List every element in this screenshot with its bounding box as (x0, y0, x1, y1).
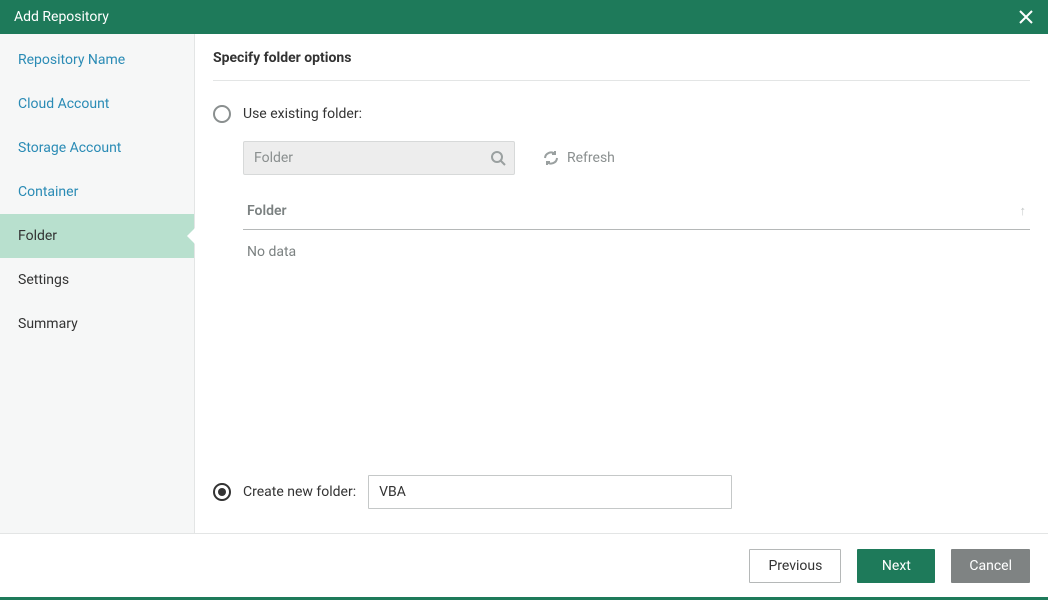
sort-ascending-icon: ↑ (1020, 203, 1027, 219)
refresh-button[interactable]: Refresh (543, 150, 615, 166)
use-existing-label: Use existing folder: (243, 106, 362, 122)
next-button[interactable]: Next (857, 549, 935, 583)
sidebar-item-settings[interactable]: Settings (0, 258, 194, 302)
wizard-footer: Previous Next Cancel (0, 533, 1048, 600)
new-folder-name-input[interactable] (368, 475, 732, 509)
page-heading: Specify folder options (213, 50, 1030, 81)
cancel-button[interactable]: Cancel (951, 549, 1030, 583)
use-existing-option[interactable]: Use existing folder: (213, 105, 1030, 123)
folder-table-empty: No data (243, 230, 1030, 274)
wizard-sidebar: Repository Name Cloud Account Storage Ac… (0, 34, 195, 533)
previous-button[interactable]: Previous (749, 549, 841, 583)
sidebar-item-repository-name[interactable]: Repository Name (0, 38, 194, 82)
sidebar-item-container[interactable]: Container (0, 170, 194, 214)
close-icon (1019, 10, 1033, 24)
folder-column-header: Folder (247, 203, 287, 219)
folder-search-placeholder: Folder (254, 150, 293, 166)
sidebar-item-storage-account[interactable]: Storage Account (0, 126, 194, 170)
folder-table-header[interactable]: Folder ↑ (243, 197, 1030, 230)
search-icon (490, 150, 506, 166)
sidebar-item-summary[interactable]: Summary (0, 302, 194, 346)
titlebar-title: Add Repository (14, 9, 109, 25)
create-new-label: Create new folder: (243, 484, 356, 500)
refresh-label: Refresh (567, 150, 615, 166)
titlebar: Add Repository (0, 0, 1048, 34)
refresh-icon (543, 150, 559, 166)
create-new-option[interactable]: Create new folder: (213, 475, 1030, 509)
sidebar-item-cloud-account[interactable]: Cloud Account (0, 82, 194, 126)
main-panel: Specify folder options Use existing fold… (195, 34, 1048, 533)
radio-use-existing[interactable] (213, 105, 231, 123)
close-button[interactable] (1014, 5, 1038, 29)
folder-search-input[interactable]: Folder (243, 141, 515, 175)
sidebar-item-folder[interactable]: Folder (0, 214, 194, 258)
radio-create-new[interactable] (213, 483, 231, 501)
